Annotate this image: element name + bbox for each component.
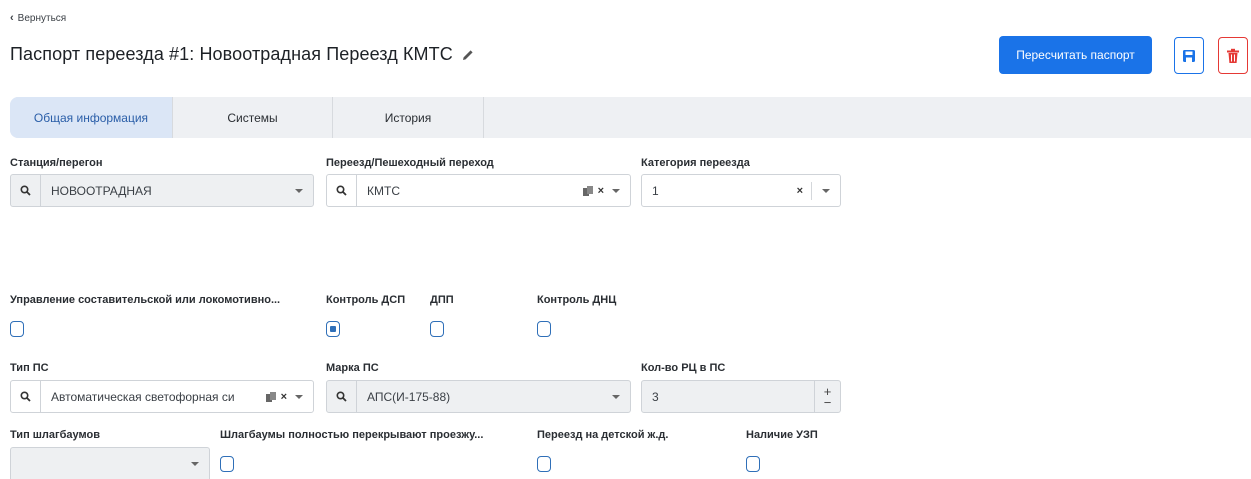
- category-value: 1: [652, 183, 659, 198]
- ps-type-value: Автоматическая светофорная си: [51, 389, 235, 404]
- trash-icon: [1227, 48, 1239, 63]
- barriers-full-label: Шлагбаумы полностью перекрывают проезжу.…: [220, 429, 484, 441]
- caret-down-icon[interactable]: [191, 461, 199, 466]
- station-value: НОВООТРАДНАЯ: [51, 183, 152, 198]
- search-icon: [327, 175, 357, 206]
- floppy-disk-icon: [1183, 49, 1195, 62]
- tabs-bar: Общая информация Системы История: [10, 97, 1251, 138]
- search-icon: [327, 381, 357, 412]
- page-title: Паспорт переезда #1: Новоотрадная Переез…: [10, 44, 475, 65]
- save-button[interactable]: [1174, 37, 1204, 74]
- clear-x-icon[interactable]: ×: [281, 391, 287, 403]
- decrement-icon[interactable]: −: [824, 396, 832, 409]
- delete-button[interactable]: [1218, 37, 1248, 74]
- back-link-label: Вернуться: [17, 12, 67, 24]
- crossing-value: КМТС: [367, 183, 400, 198]
- tab-systems[interactable]: Системы: [173, 97, 333, 138]
- crossing-label: Переезд/Пешеходный переход: [326, 157, 494, 169]
- page-title-text: Паспорт переезда #1: Новоотрадная Переез…: [10, 44, 453, 64]
- category-select[interactable]: 1 ×: [641, 174, 841, 207]
- ps-brand-value: АПС(И-175-88): [367, 389, 451, 404]
- dsp-control-checkbox[interactable]: [326, 321, 340, 337]
- dpp-label: ДПП: [430, 294, 454, 306]
- quantity-stepper[interactable]: + −: [814, 381, 840, 412]
- uzp-label: Наличие УЗП: [746, 429, 818, 441]
- caret-down-icon[interactable]: [612, 188, 620, 193]
- uzp-checkbox[interactable]: [746, 456, 760, 472]
- recalc-passport-button[interactable]: Пересчитать паспорт: [999, 36, 1152, 74]
- barrier-type-select[interactable]: [10, 447, 210, 479]
- clear-x-icon[interactable]: ×: [598, 185, 604, 197]
- tab-general-info[interactable]: Общая информация: [10, 97, 173, 138]
- checkbox-checked-mark: [330, 326, 336, 332]
- dnc-control-checkbox[interactable]: [537, 321, 551, 337]
- caret-down-icon[interactable]: [612, 394, 620, 399]
- barrier-type-label: Тип шлагбаумов: [10, 429, 100, 441]
- rc-count-label: Кол-во РЦ в ПС: [641, 362, 726, 374]
- ps-type-select[interactable]: Автоматическая светофорная си ×: [10, 380, 314, 413]
- copy-icon[interactable]: [582, 185, 594, 197]
- crossing-select[interactable]: КМТС ×: [326, 174, 631, 207]
- station-label: Станция/перегон: [10, 157, 103, 169]
- search-icon: [11, 175, 41, 206]
- ps-type-label: Тип ПС: [10, 362, 49, 374]
- station-select[interactable]: НОВООТРАДНАЯ: [10, 174, 314, 207]
- caret-down-icon[interactable]: [822, 188, 830, 193]
- barriers-full-checkbox[interactable]: [220, 456, 234, 472]
- clear-x-icon[interactable]: ×: [797, 185, 803, 197]
- caret-down-icon[interactable]: [295, 394, 303, 399]
- rc-count-value: 3: [652, 389, 659, 404]
- caret-down-icon[interactable]: [295, 188, 303, 193]
- copy-icon[interactable]: [265, 391, 277, 403]
- childrens-railway-checkbox[interactable]: [537, 456, 551, 472]
- rc-count-input[interactable]: 3 + −: [641, 380, 841, 413]
- divider: [811, 181, 812, 200]
- shunting-control-label: Управление составительской или локомотив…: [10, 294, 281, 306]
- dsp-control-label: Контроль ДСП: [326, 294, 406, 306]
- ps-brand-label: Марка ПС: [326, 362, 379, 374]
- tab-history[interactable]: История: [333, 97, 484, 138]
- category-label: Категория переезда: [641, 157, 750, 169]
- shunting-control-checkbox[interactable]: [10, 321, 24, 337]
- dnc-control-label: Контроль ДНЦ: [537, 294, 617, 306]
- back-link[interactable]: ‹ Вернуться: [10, 12, 66, 24]
- chevron-left-icon: ‹: [10, 12, 14, 24]
- ps-brand-select[interactable]: АПС(И-175-88): [326, 380, 631, 413]
- childrens-railway-label: Переезд на детской ж.д.: [537, 429, 669, 441]
- search-icon: [11, 381, 41, 412]
- dpp-checkbox[interactable]: [430, 321, 444, 337]
- pencil-icon[interactable]: [461, 48, 475, 62]
